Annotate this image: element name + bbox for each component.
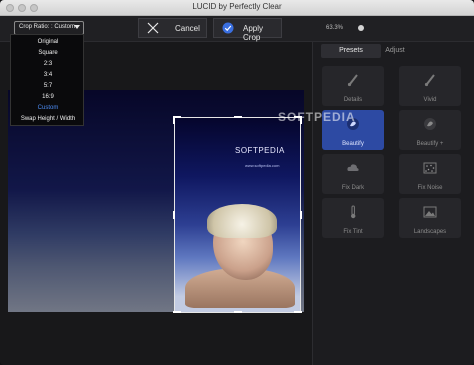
preset-fix-dark[interactable]: Fix Dark (322, 154, 384, 194)
zoom-slider-handle[interactable] (358, 25, 364, 31)
preset-vivid[interactable]: Vivid (399, 66, 461, 106)
crop-selection[interactable]: SOFTPEDIA www.softpedia.com (174, 117, 301, 313)
preset-label: Vivid (423, 97, 437, 103)
close-icon (147, 22, 159, 34)
menu-item-custom[interactable]: Custom (11, 103, 85, 113)
cloud-icon (347, 164, 359, 171)
preset-label: Landscapes (413, 229, 447, 235)
crop-handle-top[interactable] (234, 116, 242, 118)
preset-label: Details (343, 97, 363, 103)
landscape-icon (423, 206, 437, 218)
crop-handle-right[interactable] (300, 211, 302, 219)
menu-item-16-9[interactable]: 16:9 (11, 92, 85, 102)
preset-label: Beautify + (416, 141, 444, 147)
preset-beautify-plus[interactable]: Beautify + (399, 110, 461, 150)
preset-label: Fix Tint (343, 229, 363, 235)
preset-landscapes[interactable]: Landscapes (399, 198, 461, 238)
preset-label: Fix Dark (341, 185, 365, 191)
softpedia-watermark: SOFTPEDIA (278, 110, 356, 124)
crop-ratio-label: Crop Ratio: : Custom (19, 24, 76, 30)
title-bar: LUCID by Perfectly Clear (0, 0, 474, 16)
crop-handle-left[interactable] (173, 211, 175, 219)
thermometer-icon (351, 205, 356, 219)
menu-item-square[interactable]: Square (11, 48, 85, 58)
menu-item-original[interactable]: Original (11, 37, 85, 47)
crop-handle-top-left-v[interactable] (173, 116, 175, 124)
menu-item-2-3[interactable]: 2:3 (11, 59, 85, 69)
brush-icon (347, 74, 358, 87)
menu-item-swap-height-width[interactable]: Swap Height / Width (11, 114, 85, 124)
crop-handle-bottom[interactable] (234, 311, 242, 313)
crop-handle-bottom-right[interactable] (294, 311, 302, 313)
overlay-title: SOFTPEDIA (235, 146, 285, 155)
apply-crop-button[interactable]: Apply Crop (213, 18, 282, 42)
menu-item-3-4[interactable]: 3:4 (11, 70, 85, 80)
noise-icon (423, 162, 437, 174)
brush-icon (424, 74, 435, 87)
zoom-level: 63.3% (326, 25, 344, 31)
apply-crop-label: Apply Crop (243, 24, 264, 42)
app-window: LUCID by Perfectly Clear Crop Ratio: : C… (0, 0, 474, 365)
presets-panel: Presets Adjust Details Vivid Beautify Be… (312, 42, 474, 365)
overlay-site: www.softpedia.com (245, 163, 280, 168)
crop-handle-bottom-left[interactable] (173, 311, 181, 313)
crop-ratio-select[interactable]: Crop Ratio: : Custom (14, 21, 84, 35)
chevron-down-icon (74, 25, 80, 29)
crop-ratio-menu: Original Square 2:3 3:4 5:7 16:9 Custom … (10, 34, 84, 126)
tab-presets[interactable]: Presets (321, 44, 381, 58)
window-title: LUCID by Perfectly Clear (192, 2, 282, 11)
cancel-label: Cancel (175, 24, 200, 33)
preset-label: Beautify (342, 141, 364, 147)
beautify-plus-icon (424, 118, 436, 130)
preset-fix-tint[interactable]: Fix Tint (322, 198, 384, 238)
preset-fix-noise[interactable]: Fix Noise (399, 154, 461, 194)
preset-label: Fix Noise (417, 185, 443, 191)
checkmark-icon (222, 22, 234, 34)
cancel-button[interactable]: Cancel (138, 18, 207, 38)
menu-item-5-7[interactable]: 5:7 (11, 81, 85, 91)
tab-adjust[interactable]: Adjust (375, 44, 415, 58)
photo-hair (207, 204, 277, 238)
preset-details[interactable]: Details (322, 66, 384, 106)
